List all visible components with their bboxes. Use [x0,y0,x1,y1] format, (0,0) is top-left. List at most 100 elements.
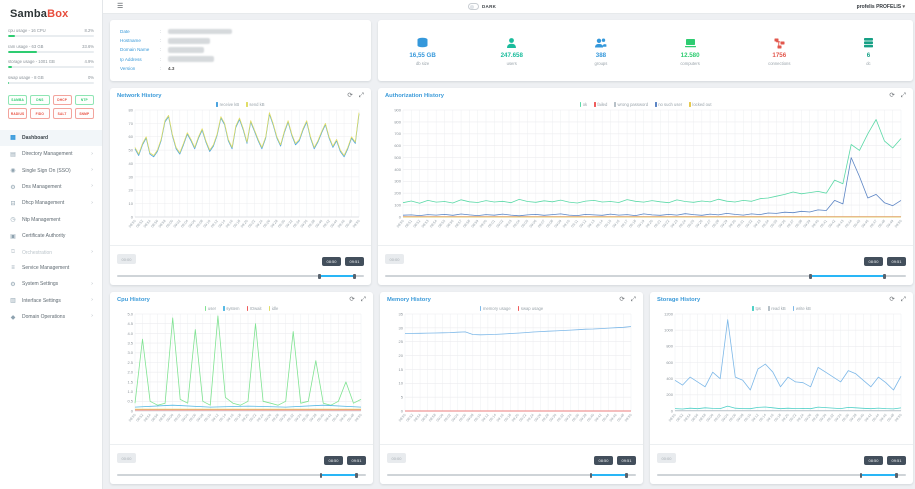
svg-text:09:16: 09:16 [612,219,621,228]
info-row: Domain Name: [120,45,361,54]
refresh-icon[interactable]: ⟳ [349,297,354,304]
chart-header: Authorization History⟳⤢ [378,88,913,101]
svg-text:600: 600 [394,143,401,148]
sidebar-item-orchestration[interactable]: ⧉Orchestration› [0,244,102,260]
slider-handle-left[interactable] [320,473,323,478]
slider-handle-right[interactable] [353,274,356,279]
sidebar-item-interface-settings[interactable]: ▥Interface Settings› [0,293,102,309]
refresh-icon[interactable]: ⟳ [619,297,624,304]
fullscreen-icon[interactable]: ⤢ [359,93,364,100]
svg-text:80: 80 [129,107,134,112]
chevron-right-icon: › [91,282,93,288]
svg-text:09:15: 09:15 [603,219,612,228]
slider-window-end-button[interactable]: 09:51 [345,257,364,266]
slider-handle-right[interactable] [895,473,898,478]
stat-label: groups [556,61,645,66]
slider-handle-left[interactable] [318,274,321,279]
svg-text:1.0: 1.0 [127,389,133,394]
slider-buttons: 00:00 08:50 09:51 [387,449,636,467]
slider-window-start-button[interactable]: 08:50 [864,456,883,465]
slider-window-end-button[interactable]: 09:51 [347,456,366,465]
slider-selected-range[interactable] [861,474,895,476]
svg-text:09:01: 09:01 [487,219,496,228]
slider-window-start-button[interactable]: 08:50 [594,456,613,465]
slider-min-button[interactable]: 00:00 [385,254,404,263]
slider-handle-right[interactable] [883,274,886,279]
fullscreen-icon[interactable]: ⤢ [361,297,366,304]
sidebar-item-domain-operations[interactable]: ◆Domain Operations› [0,309,102,325]
slider-selected-range[interactable] [591,474,625,476]
svg-text:08:59: 08:59 [471,219,480,228]
slider-window-end-button[interactable]: 09:51 [887,456,906,465]
slider-selected-range[interactable] [812,275,882,277]
sidebar-item-dhcp-management[interactable]: ⊟Dhcp Management› [0,195,102,211]
svg-text:15: 15 [399,367,404,372]
fullscreen-icon[interactable]: ⤢ [631,297,636,304]
slider-handle-left[interactable] [590,473,593,478]
slider-min-button[interactable]: 00:00 [117,453,136,462]
sidebar-item-dashboard[interactable]: ▦Dashboard [0,130,102,146]
svg-text:20: 20 [399,353,404,358]
domain-operations-icon: ◆ [9,314,17,321]
network-history-card: Network History⟳⤢receive kBsend kB08:500… [110,88,371,285]
sidebar-item-system-settings[interactable]: ⚙System Settings› [0,276,102,292]
slider-window-end-button[interactable]: 09:51 [887,257,906,266]
refresh-icon[interactable]: ⟳ [347,93,352,100]
sidebar-item-label: Ntp Management [22,217,60,223]
svg-text:09:00: 09:00 [479,219,488,228]
slider-handle-right[interactable] [625,473,628,478]
sidebar-item-label: Certificate Authority [22,233,65,239]
slider-handle-left[interactable] [860,473,863,478]
slider-window-buttons: 08:50 09:51 [860,449,906,467]
svg-text:09:22: 09:22 [662,219,671,228]
fullscreen-icon[interactable]: ⤢ [901,93,906,100]
slider-track[interactable] [117,273,364,279]
usage-bar-fill [8,82,9,84]
storage-history-card: Storage History⟳⤢tpsread kBwrite kB08:50… [650,292,913,484]
info-label: Ip Address [120,57,160,62]
slider-min-button[interactable]: 00:00 [387,453,406,462]
slider-window-start-button[interactable]: 08:50 [324,456,343,465]
info-colon: : [160,57,168,62]
svg-text:20: 20 [129,188,134,193]
fullscreen-icon[interactable]: ⤢ [901,297,906,304]
toggle-knob [470,5,474,9]
toggle-switch[interactable] [468,3,479,10]
domain-stats-card: 16,55 GBdb size247.658users388groups12.5… [378,20,913,81]
time-range-slider: 00:00 08:50 09:51 [380,445,643,484]
chart-plot: 08:5008:5208:5408:5608:5809:0009:0209:04… [386,311,637,435]
slider-selected-range[interactable] [321,474,355,476]
slider-min-button[interactable]: 00:00 [117,254,136,263]
sidebar-item-directory-management[interactable]: ▤Directory Management› [0,146,102,162]
slider-buttons: 00:00 08:50 09:51 [657,449,906,467]
slider-handle-left[interactable] [809,274,812,279]
slider-selected-range[interactable] [320,275,353,277]
sidebar-item-certificate-authority[interactable]: ▣Certificate Authority [0,228,102,244]
slider-track[interactable] [387,472,636,478]
profile-dropdown[interactable]: profelis PROFELIS ▾ [857,4,905,10]
slider-min-button[interactable]: 00:00 [657,453,676,462]
hamburger-menu-icon[interactable]: ☰ [117,3,123,10]
app-logo: SambaBox [0,0,102,25]
svg-text:4.5: 4.5 [127,321,133,326]
sidebar-item-dns-management[interactable]: ⚙Dns Management› [0,179,102,195]
refresh-icon[interactable]: ⟳ [889,297,894,304]
refresh-icon[interactable]: ⟳ [889,93,894,100]
sidebar-item-single-sign-on-sso[interactable]: ◉Single Sign On (SSO)› [0,163,102,179]
sidebar-item-ntp-management[interactable]: ◷Ntp Management [0,212,102,228]
slider-track[interactable] [117,472,366,478]
slider-track[interactable] [385,273,906,279]
stat-tile-connections: 1756connections [735,36,824,66]
stat-label: db size [378,61,467,66]
slider-window-end-button[interactable]: 09:51 [617,456,636,465]
slider-window-start-button[interactable]: 08:50 [322,257,341,266]
profile-name: profelis PROFELIS [857,4,901,10]
dark-mode-toggle[interactable]: DARK [468,3,496,10]
slider-track[interactable] [657,472,906,478]
slider-window-start-button[interactable]: 08:50 [864,257,883,266]
sidebar-item-service-management[interactable]: ≡Service Management [0,261,102,276]
svg-text:09:25: 09:25 [686,219,695,228]
usage-stat-row: storage usage - 1001 GB4.9% [8,59,94,64]
chart-title: Storage History [657,297,700,303]
slider-handle-right[interactable] [355,473,358,478]
